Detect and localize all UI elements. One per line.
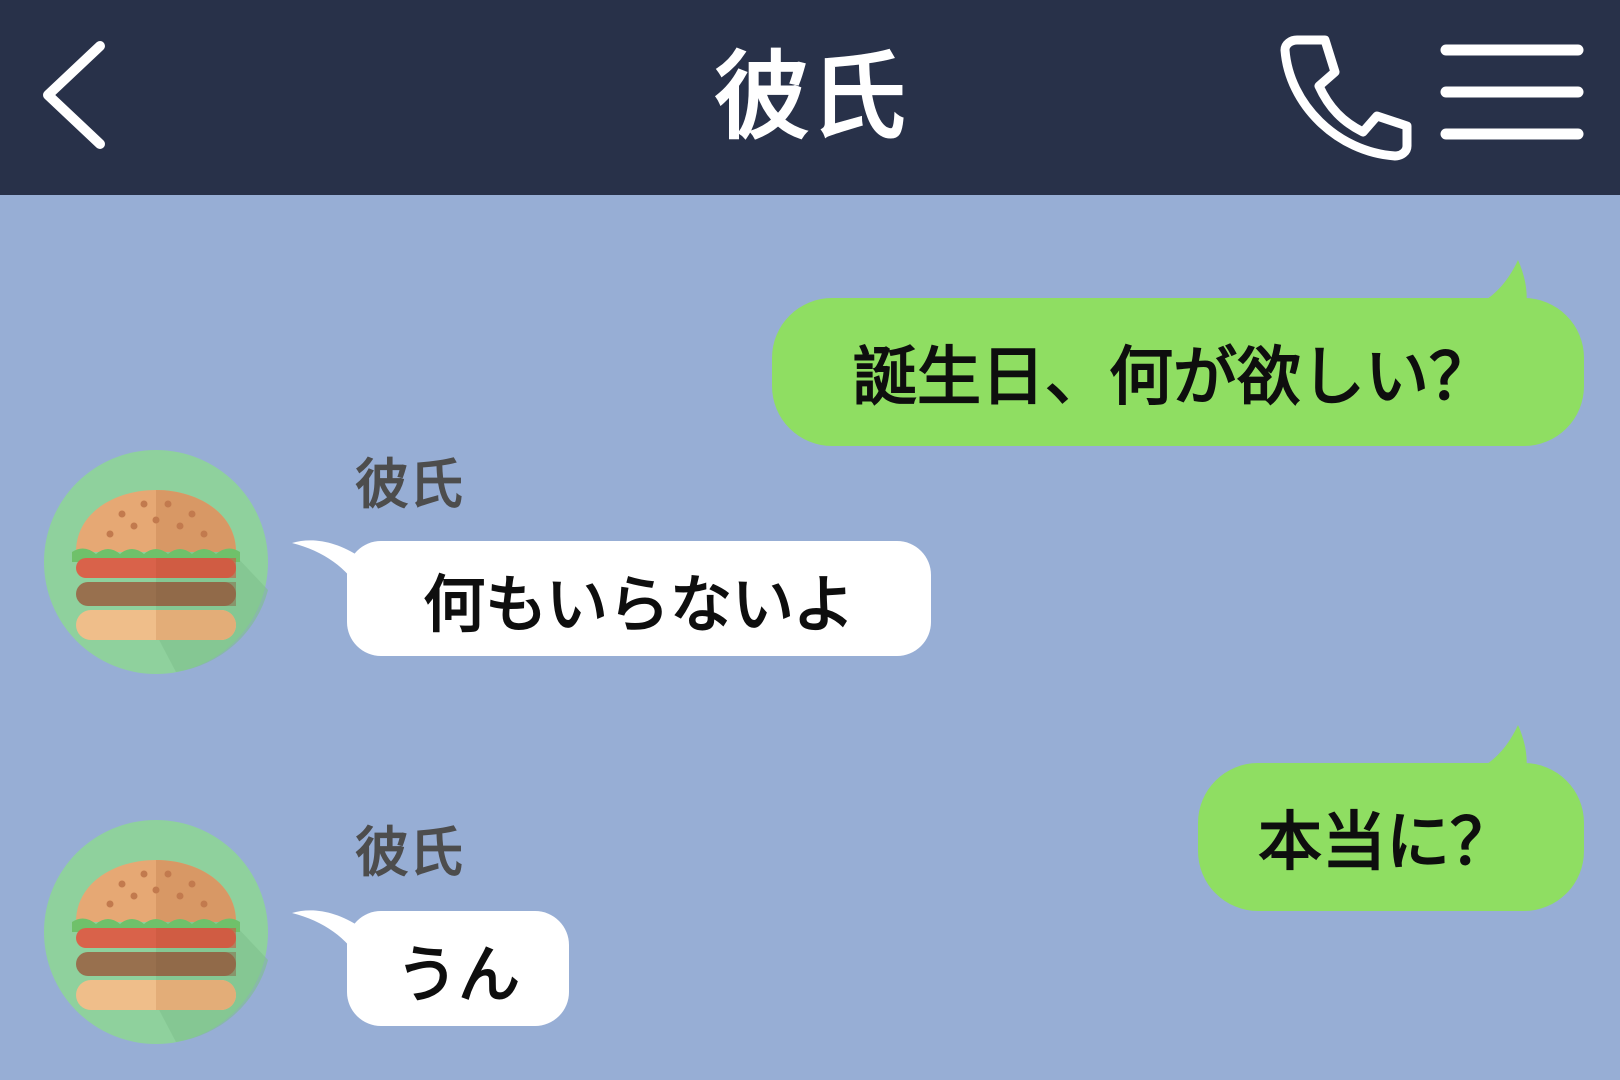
sender-name: 彼氏 [355, 821, 463, 884]
message-text: 誕生日、何が欲しい？ [853, 341, 1493, 415]
message-bubble[interactable]: 何もいらないよ [347, 541, 931, 656]
message-bubble[interactable]: 誕生日、何が欲しい？ [772, 298, 1584, 446]
phone-icon [1280, 35, 1412, 161]
message-text: うん [395, 937, 520, 1011]
message-text: 本当に？ [1258, 806, 1514, 880]
chat-header: 彼氏 [0, 0, 1620, 195]
back-button[interactable] [28, 30, 128, 160]
menu-icon [1440, 44, 1584, 140]
hamburger-icon [44, 450, 268, 674]
chat-area: 誕生日、何が欲しい？ 彼氏 何もいらないよ 本当に？ 彼氏 うん [0, 195, 1620, 1080]
sender-name: 彼氏 [355, 453, 463, 516]
call-button[interactable] [1275, 28, 1415, 163]
menu-button[interactable] [1438, 40, 1586, 144]
avatar[interactable] [44, 450, 268, 674]
hamburger-icon [44, 820, 268, 1044]
avatar[interactable] [44, 820, 268, 1044]
message-bubble[interactable]: 本当に？ [1198, 763, 1584, 911]
chat-title: 彼氏 [714, 41, 906, 153]
chevron-left-icon [43, 41, 105, 149]
message-bubble[interactable]: うん [347, 911, 569, 1026]
message-text: 何もいらないよ [423, 567, 855, 641]
